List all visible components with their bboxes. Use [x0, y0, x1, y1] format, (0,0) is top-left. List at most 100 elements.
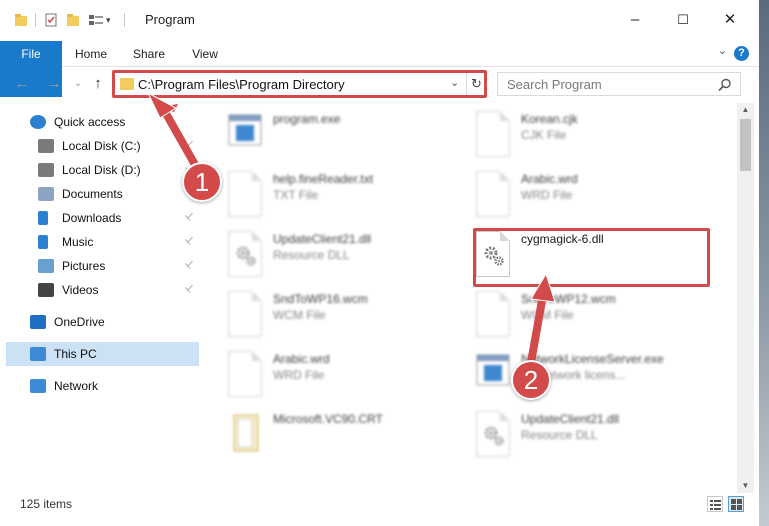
tab-view[interactable]: View	[186, 41, 224, 67]
file-item[interactable]: Microsoft.VC90.CRT	[202, 405, 442, 461]
file-item[interactable]: SndToWP12.wcm WCM File	[450, 285, 690, 341]
folder-icon	[228, 411, 262, 452]
up-button[interactable]: ↑	[88, 74, 108, 94]
file-type: WRD File	[521, 188, 573, 202]
customize-toolbar-icon[interactable]: ▾	[106, 15, 111, 26]
star-icon	[30, 115, 46, 129]
file-item[interactable]: help.fineReader.txt TXT File	[202, 165, 442, 221]
sidebar-item-local-disk-d[interactable]: Local Disk (D:)⊥	[0, 158, 200, 182]
search-box[interactable]: Search Program	[497, 72, 741, 96]
address-bar-highlight	[112, 70, 487, 98]
file-item[interactable]: Arabic.wrd WRD File	[202, 345, 442, 401]
sidebar-item-label: Local Disk (C:)	[62, 139, 141, 153]
sidebar-item-label: Quick access	[54, 115, 126, 129]
scroll-down-arrow-icon[interactable]: ▼	[737, 479, 754, 493]
file-item[interactable]: NetworkLicenseServer.exe FY network licen…	[450, 345, 690, 401]
tab-share[interactable]: Share	[130, 41, 168, 67]
file-item[interactable]: program.exe	[202, 105, 442, 161]
file-type: WCM File	[521, 308, 574, 322]
back-button[interactable]: ←	[12, 74, 32, 94]
gear-icon	[236, 246, 256, 266]
sidebar-item-this-pc[interactable]: This PC	[6, 342, 199, 366]
downloads-icon	[38, 211, 48, 225]
network-icon	[30, 379, 46, 393]
navigation-bar: ← → ⌄ ↑ C:\Program Files\Program Directo…	[0, 69, 759, 99]
sidebar-item-label: Downloads	[62, 211, 122, 225]
file-type: Resource DLL	[521, 428, 598, 442]
sidebar-item-label: Videos	[62, 283, 99, 297]
selected-file-highlight	[473, 228, 710, 287]
large-icons-view-icon[interactable]	[728, 496, 744, 512]
navigation-pane: Quick access Local Disk (C:) ⊥ Local Disk (…	[0, 103, 200, 493]
file-item[interactable]: SndToWP16.wcm WCM File	[202, 285, 442, 341]
search-input[interactable]: Search Program	[507, 77, 602, 92]
file-type: Resource DLL	[273, 248, 350, 262]
forward-button[interactable]: →	[44, 74, 64, 94]
step-2-callout: 2	[511, 360, 551, 400]
ribbon-tabs: File Home Share View ⌄ ?	[0, 41, 759, 97]
file-item[interactable]: Arabic.wrd WRD File	[450, 165, 690, 221]
tab-home[interactable]: Home	[72, 41, 110, 67]
sidebar-item-label: Music	[62, 235, 94, 249]
recent-locations-chevron-icon[interactable]: ⌄	[68, 74, 88, 94]
file-list: program.exe Korean.cjk CJK File help.fineRe…	[202, 103, 737, 493]
sidebar-item-label: This PC	[54, 347, 97, 361]
sidebar-item-downloads[interactable]: Downloads ⊥	[0, 206, 200, 230]
file-icon	[476, 111, 510, 157]
drive-icon	[38, 139, 54, 153]
sidebar-item-quick-access[interactable]: Quick access	[0, 110, 200, 134]
file-item[interactable]: UpdateClient21.dll Resource DLL	[450, 405, 690, 461]
sidebar-item-documents[interactable]: Documents⊥	[0, 182, 200, 206]
sidebar-item-label: Documents	[62, 187, 123, 201]
file-icon	[228, 171, 262, 217]
scrollbar-thumb[interactable]	[740, 119, 751, 171]
vertical-scrollbar[interactable]: ▲ ▼	[737, 103, 754, 493]
folder-icon[interactable]	[14, 13, 28, 27]
help-icon[interactable]: ?	[734, 46, 749, 61]
gear-icon	[484, 426, 504, 446]
pin-icon[interactable]: ⊥	[183, 138, 197, 152]
maximize-button[interactable]: ☐	[660, 7, 706, 33]
item-count: 125 items	[20, 497, 73, 511]
file-name: help.fineReader.txt	[273, 172, 374, 186]
search-icon[interactable]	[718, 78, 732, 92]
sidebar-item-music[interactable]: Music ⊥	[0, 230, 200, 254]
file-name: Microsoft.VC90.CRT	[273, 412, 383, 426]
pin-icon[interactable]: ⊥	[183, 234, 197, 248]
properties-icon[interactable]	[44, 13, 58, 27]
window-title: Program	[145, 12, 195, 27]
file-item[interactable]: Korean.cjk CJK File	[450, 105, 690, 161]
pin-icon[interactable]: ⊥	[183, 210, 197, 224]
scroll-up-arrow-icon[interactable]: ▲	[737, 103, 754, 117]
sidebar-item-label: Pictures	[62, 259, 106, 273]
details-view-icon[interactable]	[707, 496, 723, 512]
close-button[interactable]: ✕	[707, 7, 753, 33]
sidebar-item-pictures[interactable]: Pictures ⊥	[0, 254, 200, 278]
sidebar-item-network[interactable]: Network	[0, 374, 200, 398]
pictures-icon	[38, 259, 54, 273]
minimize-button[interactable]: –	[612, 7, 658, 33]
pin-icon[interactable]: ⊥	[183, 258, 197, 272]
file-item[interactable]: UpdateClient21.dll Resource DLL	[202, 225, 442, 281]
sidebar-item-local-disk-c[interactable]: Local Disk (C:) ⊥	[0, 134, 200, 158]
file-name: UpdateClient21.dll	[521, 412, 620, 426]
file-name: Arabic.wrd	[521, 172, 578, 186]
file-icon	[476, 171, 510, 217]
application-icon	[228, 111, 262, 151]
view-options-icon[interactable]	[88, 13, 104, 27]
file-type: TXT File	[273, 188, 319, 202]
title-bar: ▾ Program – ☐ ✕	[0, 0, 759, 38]
file-explorer-window: ▾ Program – ☐ ✕ File Home Share View ⌄ ?…	[0, 0, 759, 526]
pin-icon[interactable]: ⊥	[183, 282, 197, 296]
this-pc-icon	[30, 347, 46, 361]
new-folder-icon[interactable]	[66, 13, 80, 27]
file-icon	[228, 291, 262, 337]
videos-icon	[38, 283, 54, 297]
drive-icon	[38, 163, 54, 177]
expand-ribbon-chevron-icon[interactable]: ⌄	[718, 44, 727, 57]
file-icon	[476, 411, 510, 457]
sidebar-item-onedrive[interactable]: OneDrive	[0, 310, 200, 334]
step-1-callout: 1	[182, 162, 222, 202]
status-bar: 125 items	[0, 493, 759, 515]
sidebar-item-videos[interactable]: Videos ⊥	[0, 278, 200, 302]
